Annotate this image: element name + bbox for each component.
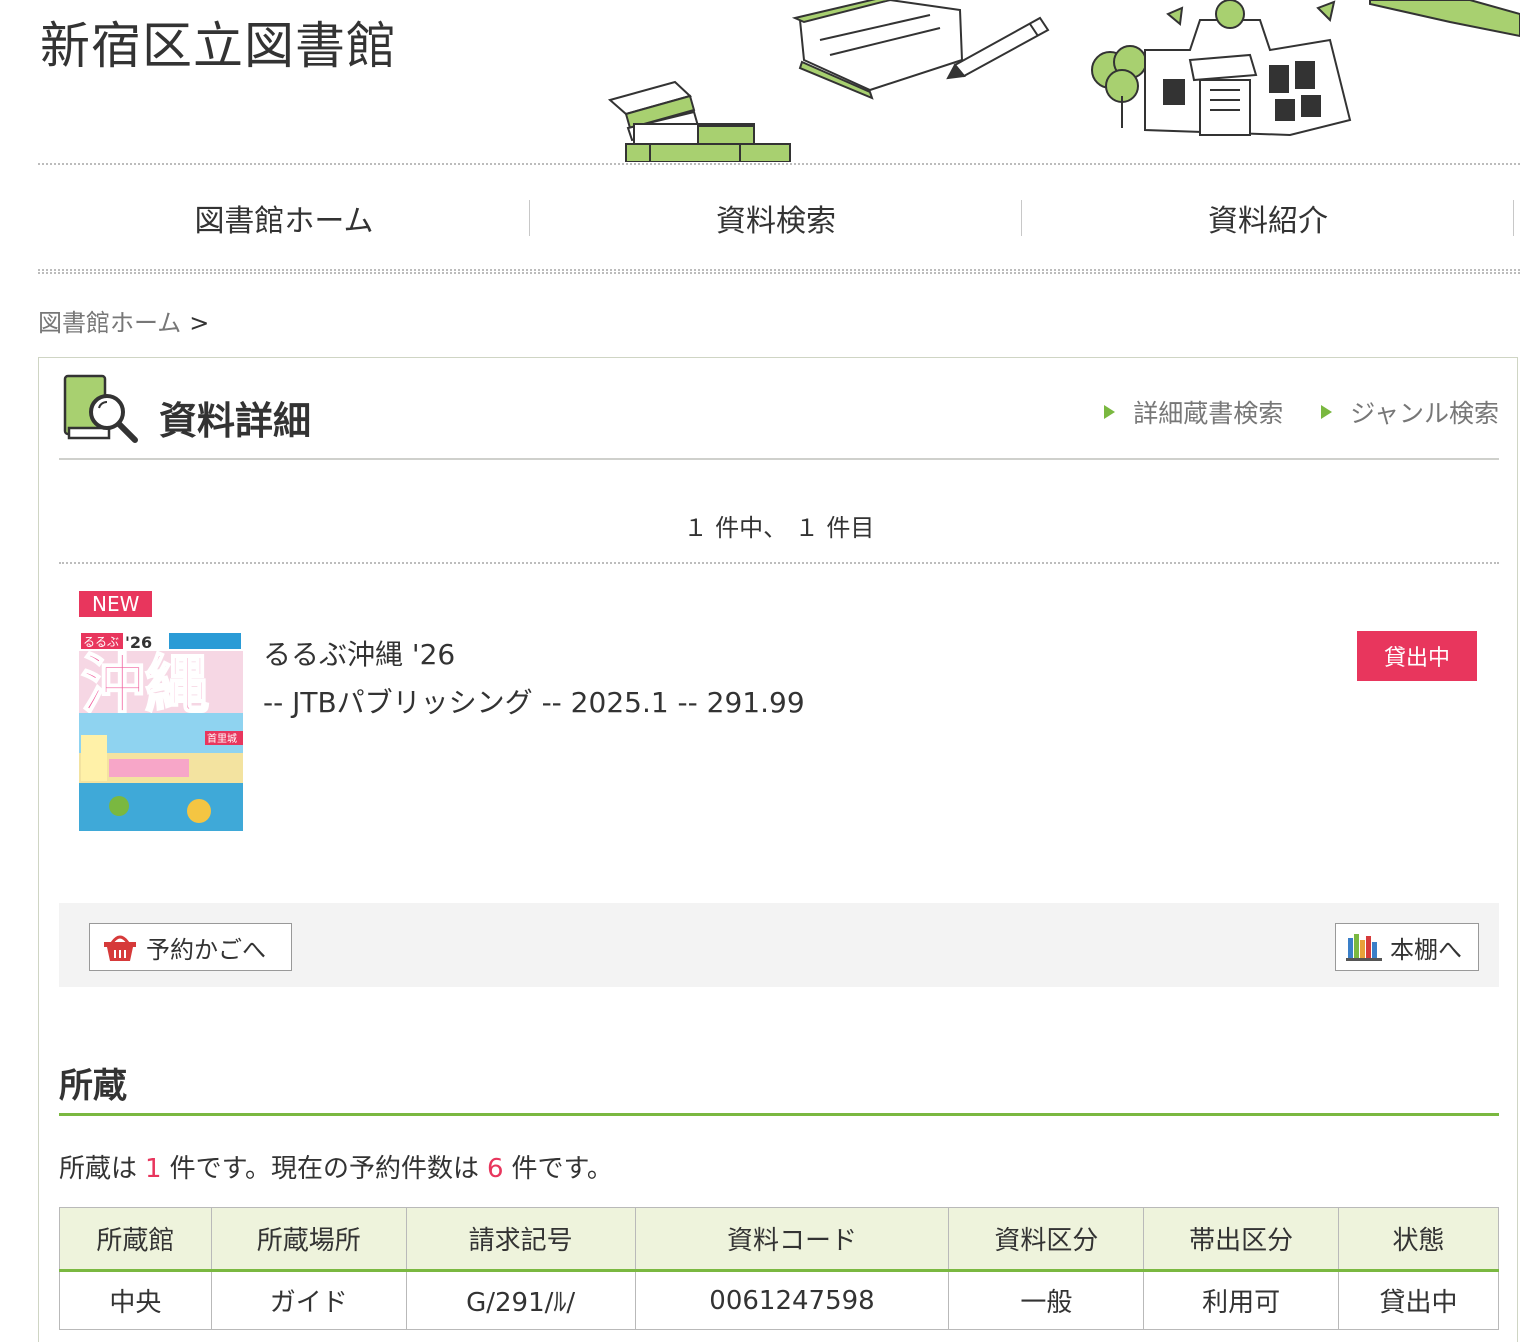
cover-tag-text: 首里城 [207, 732, 237, 745]
triangle-right-icon [1321, 405, 1333, 419]
book-title[interactable]: るるぶ沖縄 '26 [263, 633, 455, 673]
table-row: 中央 ガイド G/291/ﾙ/ 0061247598 一般 利用可 貸出中 [59, 1270, 1499, 1330]
advanced-search-label: 詳細蔵書検索 [1133, 399, 1284, 428]
column-header-location: 所蔵場所 [210, 1207, 407, 1272]
add-to-reservation-cart-button[interactable]: 予約かごへ [89, 923, 292, 971]
triangle-right-icon [1104, 405, 1116, 419]
cover-series-text: るるぶ [83, 635, 119, 649]
column-header-loan-type: 帯出区分 [1143, 1207, 1340, 1272]
header-divider [38, 163, 1520, 165]
column-header-status: 状態 [1338, 1207, 1499, 1272]
cart-button-label: 予約かごへ [146, 936, 266, 964]
breadcrumb-home-link[interactable]: 図書館ホーム [38, 309, 181, 337]
book-meta: -- JTBパブリッシング -- 2025.1 -- 291.99 [263, 686, 805, 719]
breadcrumb: 図書館ホーム > [38, 303, 209, 338]
cell-call-number: G/291/ﾙ/ [405, 1270, 636, 1330]
bookshelf-icon [1346, 934, 1382, 961]
panel-links: 詳細蔵書検索 ジャンル検索 [1104, 394, 1499, 430]
cell-location: ガイド [210, 1270, 407, 1330]
cell-material-code: 0061247598 [634, 1270, 950, 1330]
cell-loan-type: 利用可 [1143, 1270, 1340, 1330]
panel-header: 資料詳細 詳細蔵書検索 ジャンル検索 [59, 358, 1499, 460]
material-detail-panel: 資料詳細 詳細蔵書検索 ジャンル検索 １ 件中、 １ 件目 NEW るるぶ '2… [38, 357, 1518, 1342]
panel-title: 資料詳細 [159, 399, 312, 443]
site-title[interactable]: 新宿区立図書館 [40, 6, 397, 78]
holdings-section-title: 所蔵 [59, 1066, 127, 1106]
reservation-count: 6 [486, 1154, 504, 1184]
book-cover-image[interactable]: るるぶ '26 沖縄 首里城 [79, 631, 243, 831]
genre-search-label: ジャンル検索 [1350, 399, 1499, 428]
basket-icon [104, 935, 136, 961]
holdings-table: 所蔵館 所蔵場所 請求記号 資料コード 資料区分 帯出区分 状態 中央 ガイド … [59, 1207, 1499, 1330]
nav-material-introduction[interactable]: 資料紹介 [1022, 175, 1514, 261]
holdings-section-rule [59, 1113, 1499, 1116]
library-illustration [607, 0, 1520, 162]
breadcrumb-separator: > [189, 309, 210, 337]
global-nav: 図書館ホーム 資料検索 資料紹介 [38, 175, 1520, 261]
result-count: １ 件中、 １ 件目 [59, 460, 1499, 564]
add-to-bookshelf-button[interactable]: 本棚へ [1335, 923, 1479, 971]
nav-library-home[interactable]: 図書館ホーム [38, 175, 530, 261]
holdings-summary-prefix: 所蔵は [59, 1154, 138, 1184]
new-badge: NEW [79, 591, 153, 617]
loan-status-badge: 貸出中 [1357, 631, 1477, 681]
action-bar: 予約かごへ 本棚へ [59, 903, 1499, 987]
genre-search-link[interactable]: ジャンル検索 [1321, 394, 1499, 430]
cell-library: 中央 [59, 1270, 212, 1330]
holdings-summary-middle: 件です。現在の予約件数は [169, 1154, 479, 1184]
column-header-call-number: 請求記号 [405, 1207, 636, 1272]
cell-status: 貸出中 [1338, 1270, 1499, 1330]
column-header-library: 所蔵館 [59, 1207, 212, 1272]
cover-main-text: 沖縄 [81, 649, 209, 723]
bookshelf-button-label: 本棚へ [1390, 936, 1462, 964]
column-header-material-type: 資料区分 [948, 1207, 1145, 1272]
cell-material-type: 一般 [948, 1270, 1145, 1330]
holdings-summary: 所蔵は 1 件です。現在の予約件数は 6 件です。 [59, 1148, 613, 1185]
book-search-icon [63, 374, 138, 443]
site-header: 新宿区立図書館 [0, 0, 1520, 162]
nav-divider-bottom [38, 272, 1520, 274]
nav-material-search[interactable]: 資料検索 [530, 175, 1022, 261]
column-header-material-code: 資料コード [634, 1207, 950, 1272]
holdings-count: 1 [145, 1154, 162, 1184]
holdings-header-row: 所蔵館 所蔵場所 請求記号 資料コード 資料区分 帯出区分 状態 [59, 1207, 1499, 1272]
advanced-search-link[interactable]: 詳細蔵書検索 [1104, 394, 1283, 430]
nav-divider-top [38, 269, 1520, 271]
holdings-summary-suffix: 件です。 [511, 1154, 613, 1184]
